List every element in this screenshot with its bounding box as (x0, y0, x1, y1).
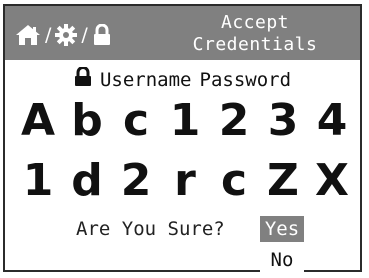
username-label: Username (99, 69, 192, 91)
password-label: Password (199, 69, 292, 91)
character[interactable]: c (115, 96, 157, 146)
character[interactable]: r (164, 156, 206, 206)
character[interactable]: 2 (115, 156, 157, 206)
character[interactable]: d (66, 156, 108, 206)
character[interactable]: 2 (213, 96, 255, 146)
character[interactable]: 1 (164, 96, 206, 146)
confirm-question: Are You Sure? (76, 218, 225, 240)
lock-icon[interactable] (92, 24, 112, 46)
no-option[interactable]: No (260, 247, 304, 273)
character[interactable]: X (311, 156, 353, 206)
character[interactable]: b (66, 96, 108, 146)
breadcrumb: / / (15, 22, 112, 48)
character[interactable]: 3 (262, 96, 304, 146)
title-line-2: Credentials (192, 34, 318, 55)
lock-icon (74, 66, 92, 93)
character[interactable]: 1 (17, 156, 59, 206)
password-characters: 1 d 2 r c Z X (17, 156, 353, 206)
yes-option[interactable]: Yes (260, 216, 304, 242)
character[interactable]: A (17, 96, 59, 146)
character[interactable]: 4 (311, 96, 353, 146)
field-header: Username Password (5, 66, 360, 93)
character[interactable]: c (213, 156, 255, 206)
title-line-1: Accept (220, 12, 290, 33)
title-bar: / / Accept Credentials (5, 6, 360, 60)
breadcrumb-separator: / (45, 24, 52, 46)
device-screen: / / Accept Credentials Username Password… (3, 4, 362, 273)
gear-icon[interactable] (55, 24, 78, 46)
breadcrumb-separator: / (81, 24, 88, 46)
screen-title: Accept Credentials (175, 12, 335, 56)
character[interactable]: Z (262, 156, 304, 206)
username-characters: A b c 1 2 3 4 (17, 96, 353, 146)
home-icon[interactable] (15, 24, 41, 46)
